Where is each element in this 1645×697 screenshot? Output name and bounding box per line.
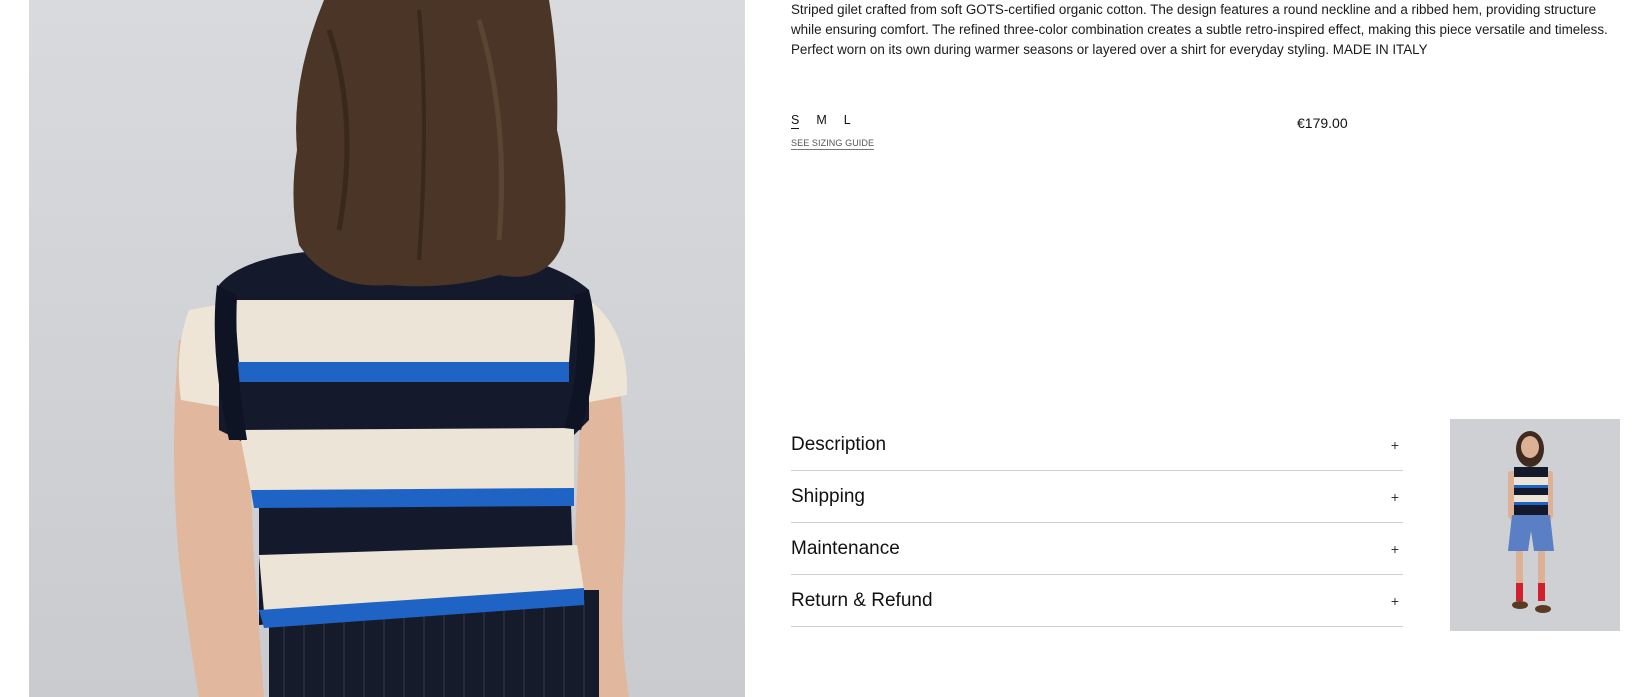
plus-icon[interactable]: +: [1391, 437, 1399, 453]
accordion-shipping[interactable]: Shipping +: [791, 471, 1403, 523]
product-price: €179.00: [1297, 115, 1348, 131]
accordion-label: Return & Refund: [791, 589, 933, 611]
plus-icon[interactable]: +: [1391, 489, 1399, 505]
plus-icon[interactable]: +: [1391, 593, 1399, 609]
product-description: Striped gilet crafted from soft GOTS-cer…: [791, 2, 1608, 57]
sizing-guide-link[interactable]: SEE SIZING GUIDE: [791, 138, 875, 150]
accordion-description[interactable]: Description +: [791, 419, 1403, 471]
size-option-s[interactable]: S: [791, 113, 800, 129]
accordion-label: Maintenance: [791, 537, 900, 559]
accordion-return-refund[interactable]: Return & Refund +: [791, 575, 1403, 627]
product-thumbnail[interactable]: [1450, 419, 1620, 631]
size-option-m[interactable]: M: [816, 113, 826, 129]
info-accordion: Description + Shipping + Maintenance + R…: [791, 419, 1403, 627]
size-selector: S M L: [791, 113, 868, 129]
plus-icon[interactable]: +: [1391, 541, 1399, 557]
product-image-main[interactable]: [29, 0, 745, 697]
accordion-label: Shipping: [791, 485, 865, 507]
accordion-label: Description: [791, 433, 887, 455]
size-option-l[interactable]: L: [844, 113, 851, 129]
accordion-maintenance[interactable]: Maintenance +: [791, 523, 1403, 575]
